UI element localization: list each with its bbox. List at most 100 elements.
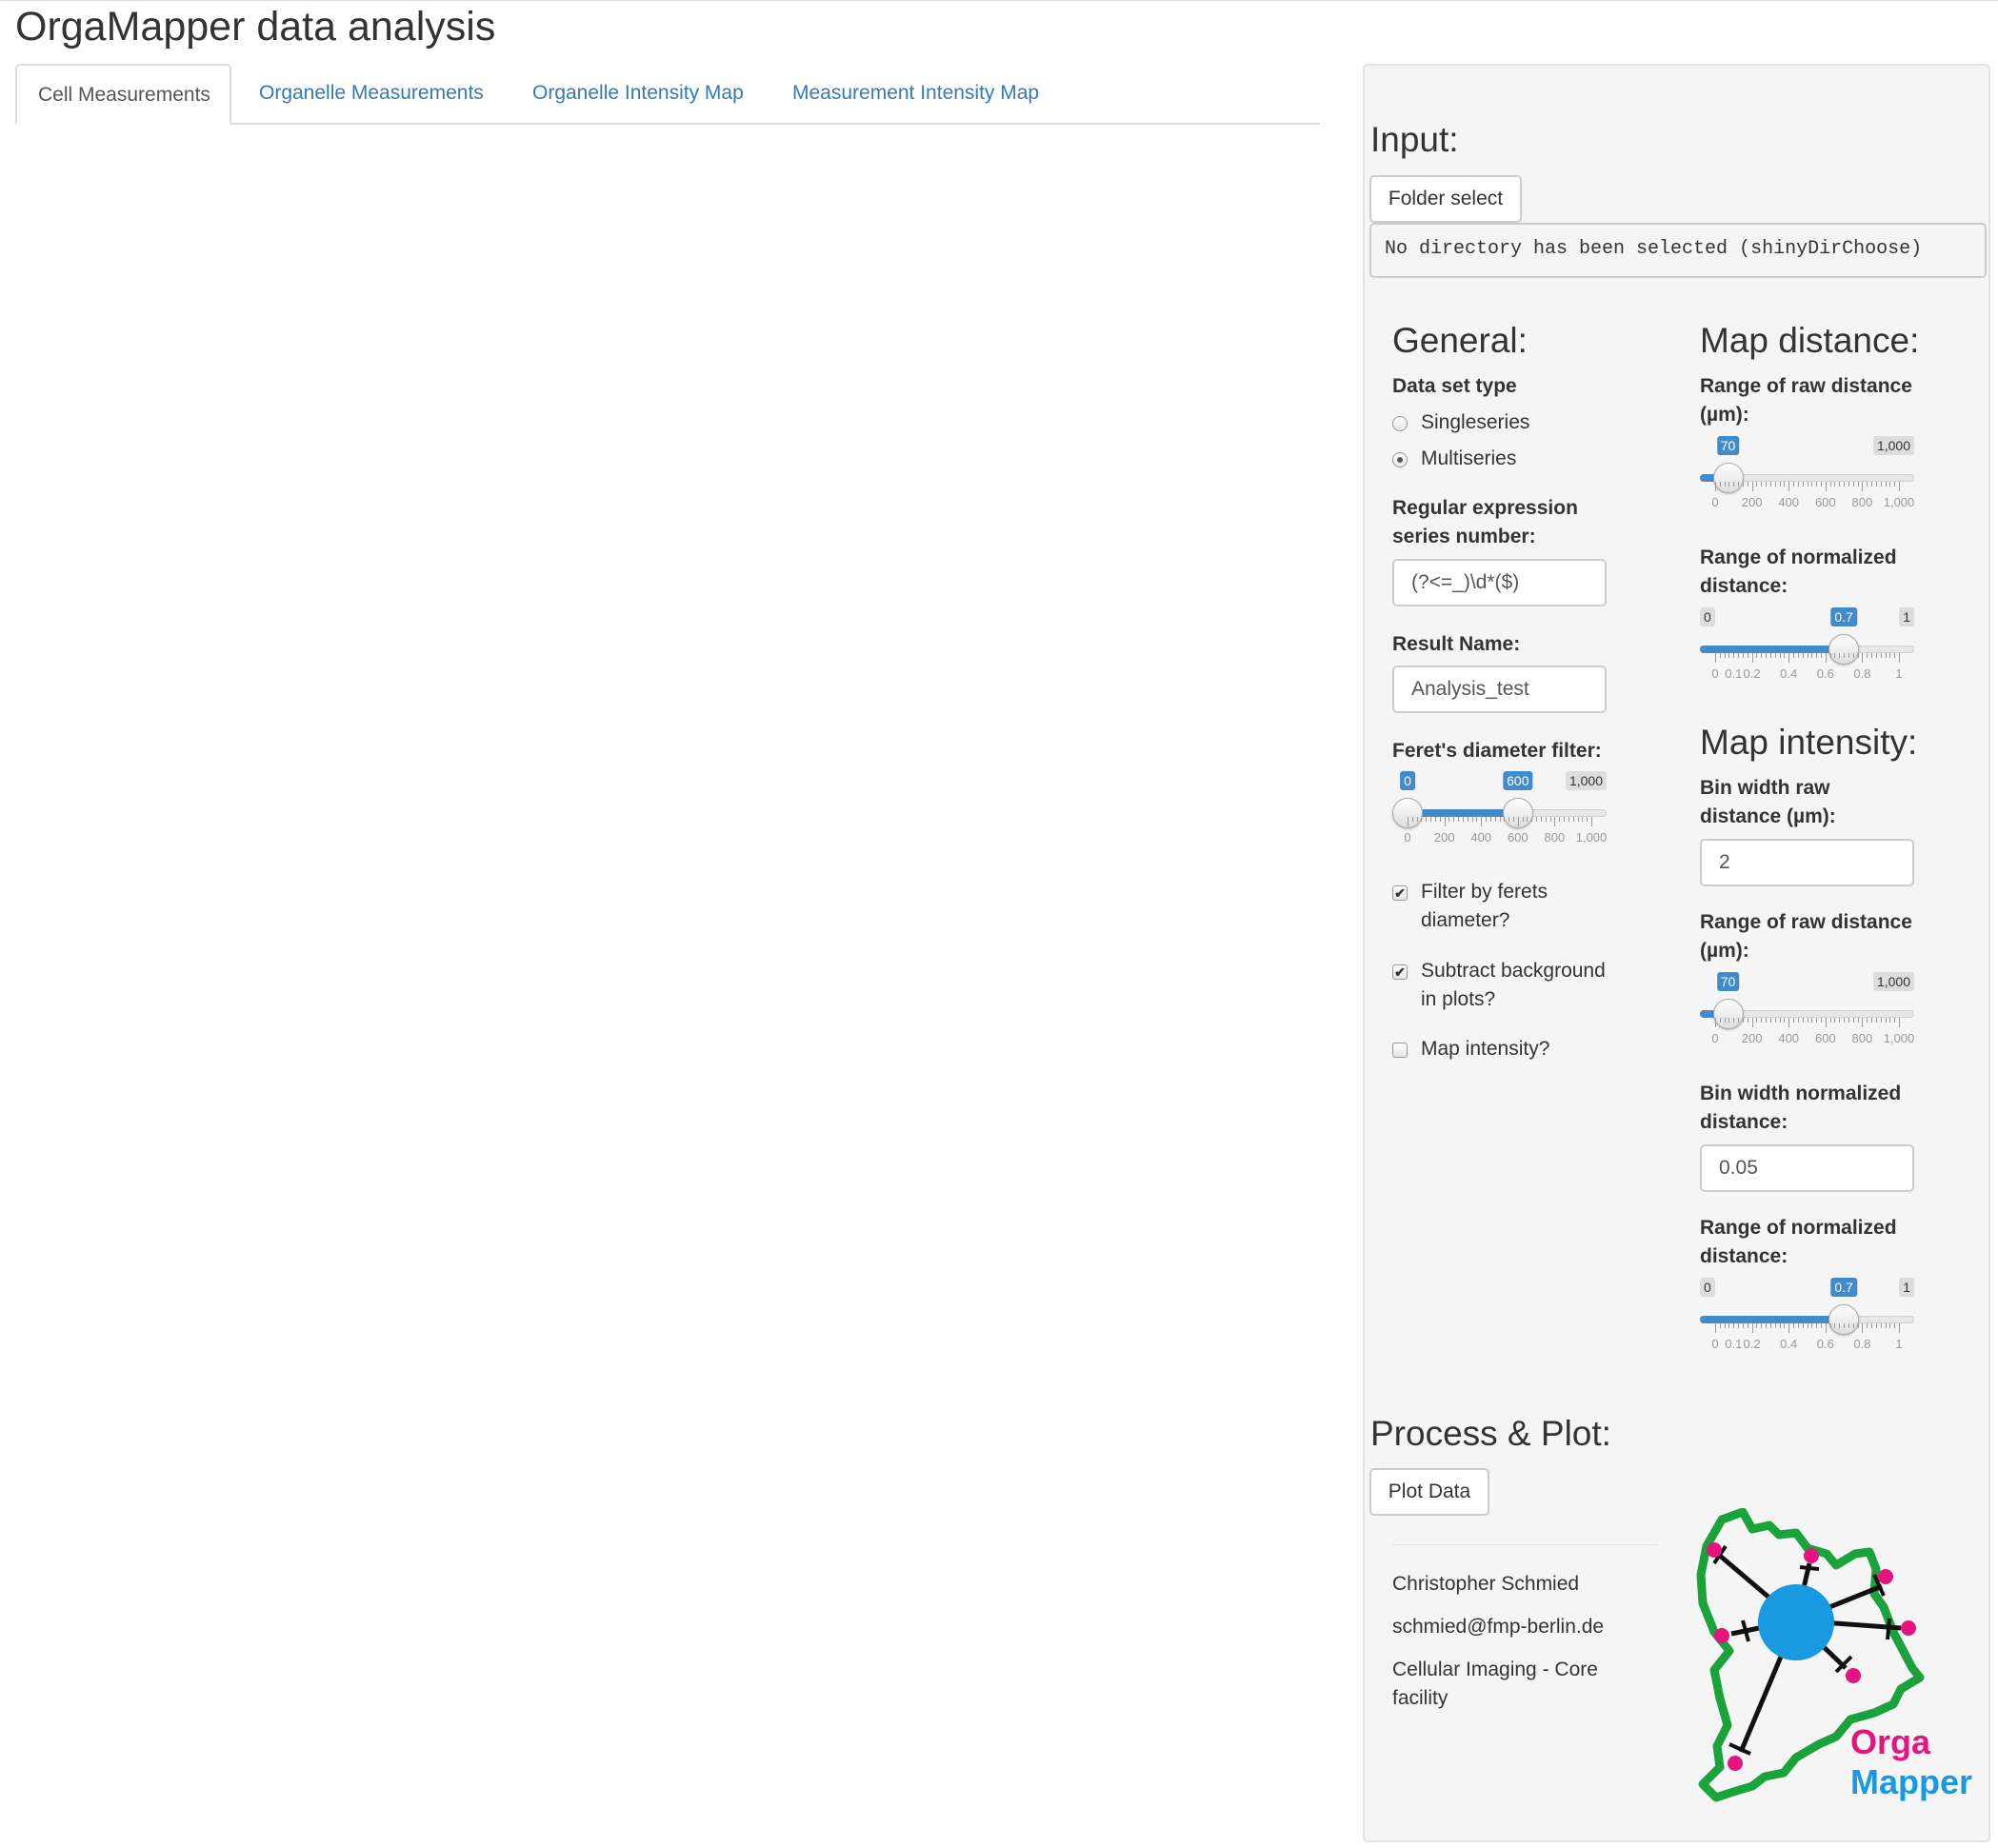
general-heading: General: — [1392, 321, 1528, 360]
slider-tick — [1885, 1018, 1887, 1023]
slider-tick — [1871, 482, 1873, 487]
radio-singleseries-label[interactable]: Singleseries — [1421, 408, 1529, 437]
regex-input[interactable] — [1392, 559, 1607, 606]
subtract-bg-label[interactable]: Subtract background in plots? — [1421, 957, 1621, 1014]
slider-tick — [1411, 817, 1413, 822]
slider-tick — [1766, 653, 1768, 658]
md-norm-range-slider[interactable]: 0 1 0.7 0 0.1 0.2 0.4 0.6 0.8 1 — [1700, 607, 1914, 689]
slider-ticks — [1408, 817, 1592, 826]
slider-tick — [1820, 1018, 1822, 1023]
radio-multiseries-label[interactable]: Multiseries — [1421, 445, 1516, 473]
facility-name: Cellular Imaging - Core facility — [1392, 1659, 1598, 1709]
slider-value-label: 70 — [1716, 436, 1740, 455]
filter-feret-checkbox[interactable]: ✔ — [1392, 885, 1408, 901]
radio-singleseries[interactable] — [1392, 416, 1408, 431]
slider-tick — [1779, 653, 1781, 658]
slider-value-label: 0.7 — [1830, 1278, 1857, 1297]
slider-tick-label: 800 — [1544, 830, 1566, 845]
slider-ticks — [1715, 482, 1900, 491]
slider-tick — [1545, 817, 1547, 822]
tab-measurement-intensity-map[interactable]: Measurement Intensity Map — [792, 64, 1039, 123]
slider-tick — [1894, 1018, 1896, 1023]
radio-multiseries[interactable] — [1392, 452, 1408, 467]
slider-tick — [1458, 817, 1460, 822]
slider-tick-label: 200 — [1741, 1031, 1763, 1045]
md-norm-range-label: Range of normalized distance: — [1700, 546, 1897, 597]
slider-tick — [1486, 817, 1488, 822]
filter-feret-label[interactable]: Filter by ferets diameter? — [1421, 878, 1611, 935]
slider-tick-label: 0 — [1404, 830, 1411, 845]
slider-tick-labels: 0 0.1 0.2 0.4 0.6 0.8 1 — [1711, 666, 1903, 682]
dataset-type-label: Data set type — [1392, 375, 1517, 397]
slider-tick-label: 0.6 — [1816, 666, 1834, 681]
slider-tick — [1559, 817, 1561, 822]
result-name-input[interactable] — [1392, 666, 1607, 713]
feret-range-slider[interactable]: 1,000 0 600 0 200 400 600 800 1,000 — [1392, 771, 1607, 853]
slider-tick — [1899, 482, 1900, 491]
slider-tick — [1802, 1018, 1804, 1023]
slider-tick — [1880, 482, 1882, 487]
slider-fill — [1700, 646, 1845, 653]
slider-tick — [1738, 653, 1740, 658]
orgamapper-logo: Orga Mapper — [1696, 1508, 1972, 1802]
mi-bin-raw-input[interactable] — [1700, 839, 1914, 886]
slider-value-label: 0 — [1400, 771, 1415, 790]
slider-tick — [1715, 482, 1716, 491]
slider-tick — [1875, 1018, 1877, 1023]
slider-tick — [1788, 1018, 1790, 1027]
slider-tick — [1769, 1018, 1771, 1023]
map-distance-heading: Map distance: — [1700, 321, 1920, 360]
plot-data-button[interactable]: Plot Data — [1369, 1468, 1489, 1516]
slider-tick — [1825, 482, 1827, 491]
md-raw-range-slider[interactable]: 1,000 70 0 200 400 600 800 1,000 — [1700, 436, 1914, 518]
slider-tick — [1871, 653, 1873, 658]
slider-tick-label: 1 — [1895, 666, 1903, 681]
slider-tick — [1738, 1323, 1740, 1328]
slider-tick-label: 600 — [1814, 1031, 1836, 1045]
slider-tick — [1825, 653, 1827, 663]
mi-bin-norm-input[interactable] — [1700, 1144, 1914, 1192]
mi-norm-range-slider[interactable]: 0 1 0.7 0 0.1 0.2 0.4 0.6 0.8 1 — [1700, 1278, 1914, 1360]
slider-tick — [1724, 1323, 1726, 1328]
map-intensity-checkbox[interactable] — [1392, 1043, 1408, 1058]
slider-tick-label: 600 — [1507, 830, 1528, 845]
slider-tick — [1857, 482, 1859, 487]
slider-tick — [1761, 482, 1763, 487]
slider-tick — [1453, 817, 1455, 822]
subtract-bg-checkbox[interactable]: ✔ — [1392, 964, 1408, 980]
map-intensity-label[interactable]: Map intensity? — [1421, 1035, 1549, 1063]
slider-tick — [1793, 482, 1795, 487]
slider-tick — [1852, 653, 1854, 658]
slider-tick — [1769, 653, 1771, 658]
tab-cell-measurements[interactable]: Cell Measurements — [15, 64, 231, 125]
sidebar-panel: Input: Folder select No directory has be… — [1363, 64, 1990, 1842]
slider-tick — [1834, 482, 1836, 487]
slider-tick — [1733, 482, 1735, 487]
slider-tick — [1862, 653, 1864, 663]
slider-tick — [1834, 653, 1836, 658]
slider-tick — [1756, 653, 1758, 658]
tab-organelle-intensity-map[interactable]: Organelle Intensity Map — [532, 64, 744, 123]
result-name-label: Result Name: — [1392, 633, 1521, 655]
slider-tick — [1756, 1323, 1758, 1328]
slider-tick — [1857, 1323, 1859, 1328]
slider-tick-label: 0.4 — [1780, 1337, 1798, 1351]
folder-select-button[interactable]: Folder select — [1369, 175, 1522, 223]
tab-organelle-measurements[interactable]: Organelle Measurements — [259, 64, 484, 123]
slider-tick — [1719, 653, 1721, 658]
slider-tick — [1779, 482, 1781, 487]
mi-raw-range-slider[interactable]: 1,000 70 0 200 400 600 800 1,000 — [1700, 972, 1914, 1054]
slider-tick — [1848, 653, 1849, 658]
slider-value-label: 600 — [1503, 771, 1533, 790]
slider-tick — [1816, 1323, 1818, 1328]
slider-tick — [1839, 1323, 1841, 1328]
slider-tick — [1852, 1018, 1854, 1023]
slider-tick — [1536, 817, 1538, 822]
slider-tick — [1867, 1323, 1868, 1328]
slider-tick — [1430, 817, 1432, 822]
slider-tick — [1527, 817, 1528, 822]
slider-tick-label: 0 — [1711, 495, 1719, 509]
logo-word-orga: Orga — [1850, 1722, 1931, 1761]
slider-tick — [1793, 1323, 1795, 1328]
slider-tick — [1715, 653, 1716, 663]
